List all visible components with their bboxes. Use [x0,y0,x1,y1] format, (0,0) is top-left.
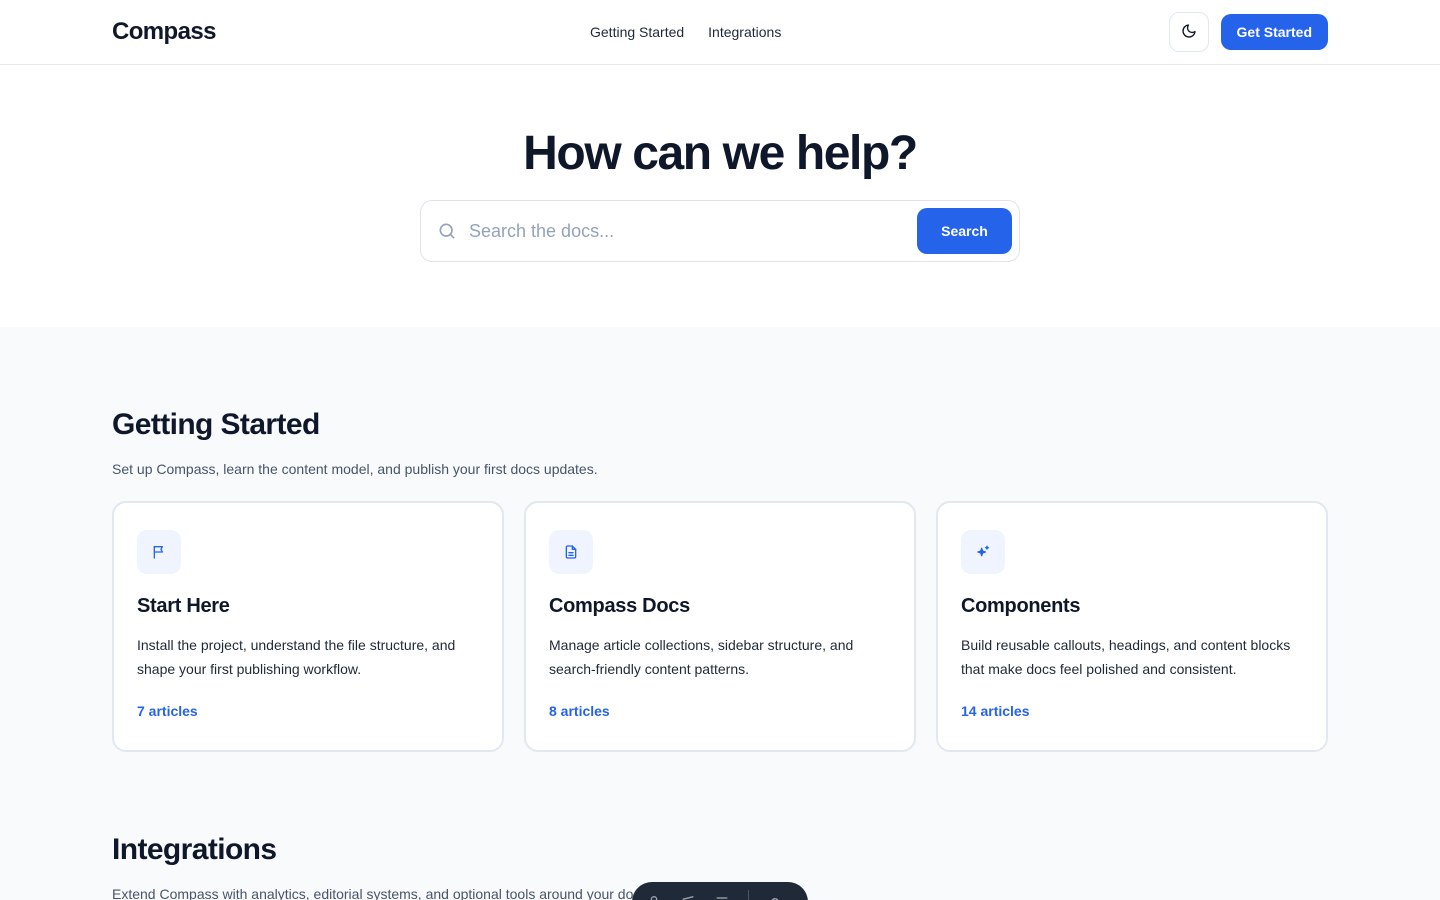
hero-title: How can we help? [523,127,918,180]
toolbar-divider [748,890,749,900]
search-button[interactable]: Search [917,208,1012,254]
top-navbar: Compass Getting Started Integrations Get… [0,0,1440,65]
section-title: Integrations [112,833,277,866]
section-getting-started: Getting Started Set up Compass, learn th… [112,407,1328,752]
nav-link-integrations[interactable]: Integrations [708,24,781,40]
search-input[interactable] [469,220,917,242]
card-compass-docs[interactable]: Compass Docs Manage article collections,… [524,501,916,752]
main-nav: Getting Started Integrations [590,0,781,64]
section-description: Set up Compass, learn the content model,… [112,461,598,477]
card-title: Components [961,595,1081,617]
nav-link-getting-started[interactable]: Getting Started [590,24,684,40]
toolbar-button[interactable] [646,894,662,900]
card-title: Compass Docs [549,595,690,617]
section-title: Getting Started [112,408,320,441]
flag-icon [137,530,181,574]
card-article-count[interactable]: 8 articles [549,703,891,719]
search-icon [437,221,457,241]
card-article-count[interactable]: 7 articles [137,703,479,719]
sparkles-icon [961,530,1005,574]
card-components[interactable]: Components Build reusable callouts, head… [936,501,1328,752]
card-body: Install the project, understand the file… [137,637,456,677]
toolbar-button[interactable] [714,894,730,900]
toolbar-button[interactable] [680,894,696,900]
toolbar-button[interactable] [767,894,783,900]
theme-toggle-button[interactable] [1168,12,1209,52]
moon-icon [1181,23,1197,42]
get-started-button[interactable]: Get Started [1220,14,1328,50]
floating-toolbar [632,882,808,900]
card-grid: Start Here Install the project, understa… [112,501,1328,752]
card-title: Start Here [137,595,230,617]
header-actions: Get Started [1168,12,1328,52]
main-content: Getting Started Set up Compass, learn th… [0,327,1440,900]
hero: How can we help? Search [0,65,1440,327]
logo[interactable]: Compass [112,18,216,46]
card-body: Manage article collections, sidebar stru… [549,637,854,677]
document-icon [549,530,593,574]
card-start-here[interactable]: Start Here Install the project, understa… [112,501,504,752]
card-article-count[interactable]: 14 articles [961,703,1303,719]
card-body: Build reusable callouts, headings, and c… [961,637,1291,677]
search-box: Search [420,200,1020,262]
